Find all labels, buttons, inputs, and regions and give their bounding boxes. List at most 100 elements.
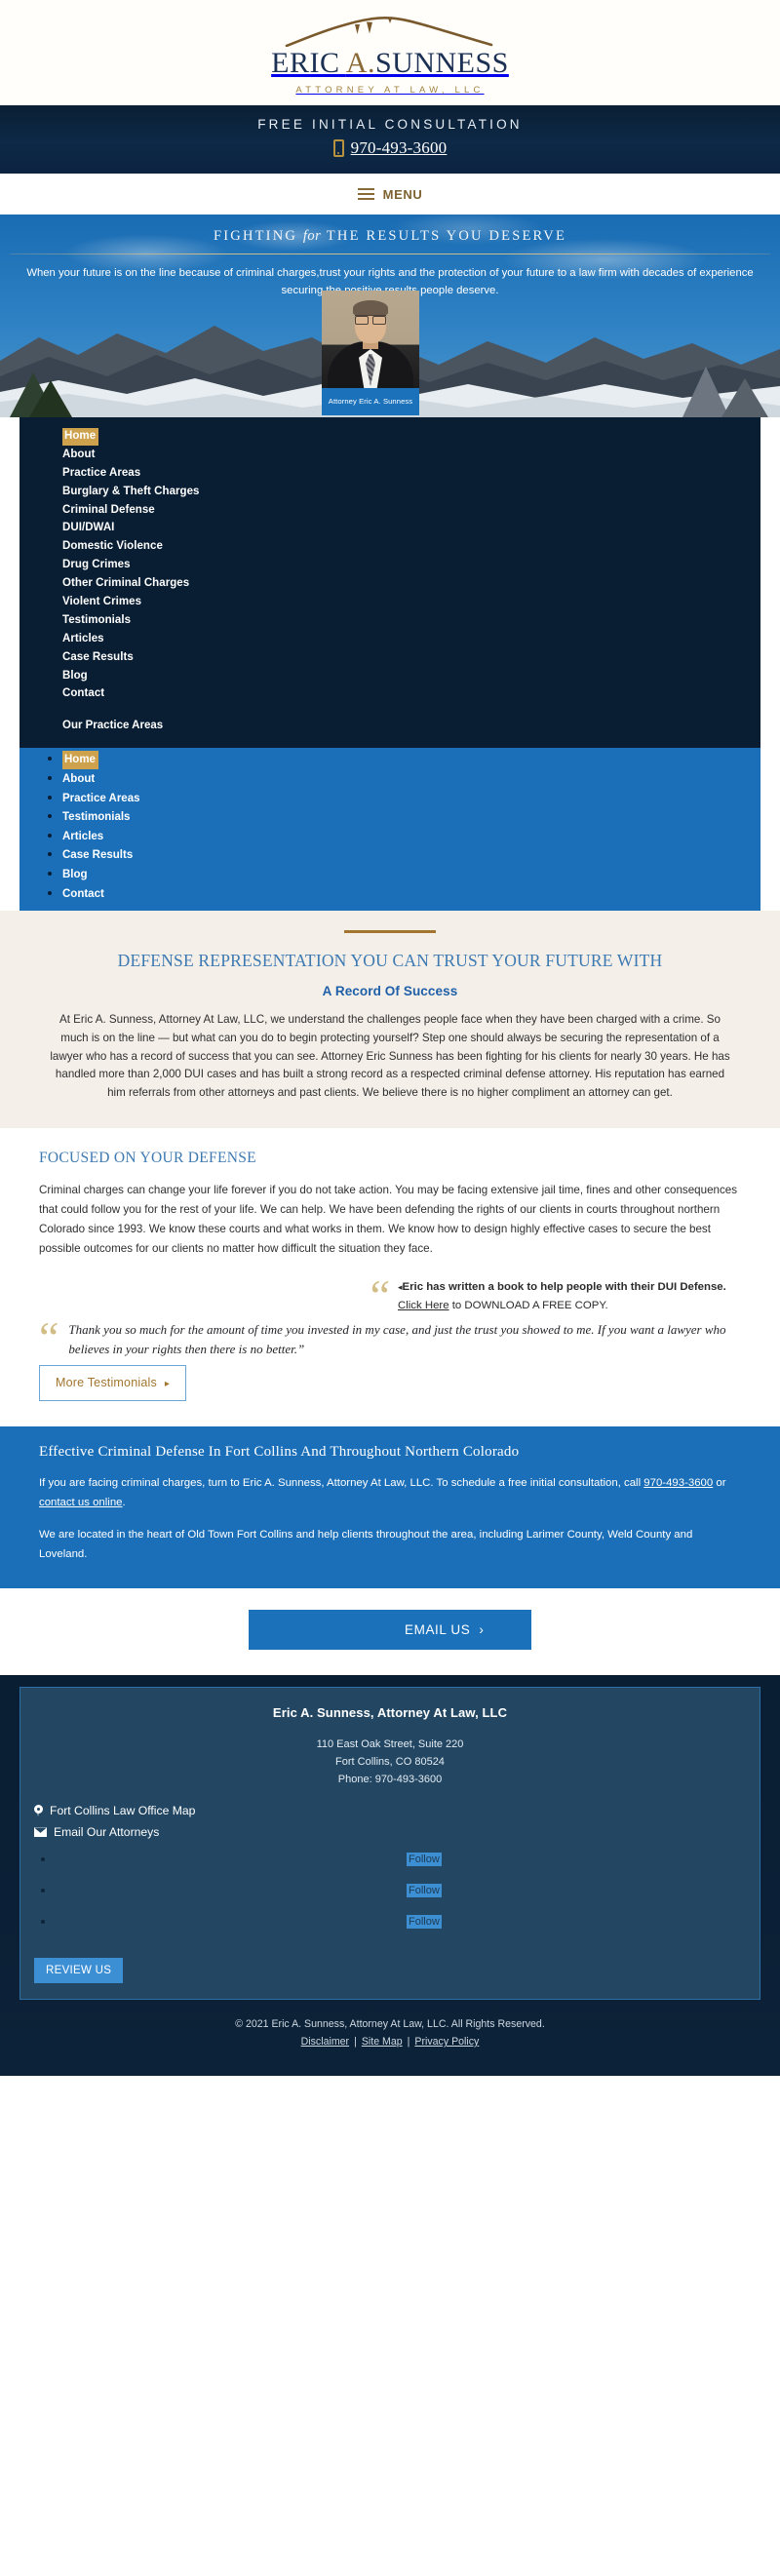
nav-item-burglary-theft-charges[interactable]: Burglary & Theft Charges	[62, 483, 200, 500]
nav-item-other-criminal-charges[interactable]: Other Criminal Charges	[62, 575, 189, 593]
client-testimonial-row: “ Thank you so much for the amount of ti…	[39, 1311, 741, 1362]
list-item: Burglary & Theft Charges	[62, 483, 760, 501]
list-item: Blog	[62, 667, 760, 685]
office-map-link[interactable]: Fort Collins Law Office Map	[34, 1804, 746, 1817]
intro-section: DEFENSE REPRESENTATION YOU CAN TRUST YOU…	[0, 911, 780, 1129]
social-links-list: Follow Follow Follow	[34, 1851, 746, 1944]
footer-copyright: © 2021 Eric A. Sunness, Attorney At Law,…	[20, 2000, 760, 2076]
envelope-icon	[34, 1827, 47, 1837]
subnav-item-case-results[interactable]: Case Results	[62, 846, 133, 865]
footer-firm-name: Eric A. Sunness, Attorney At Law, LLC	[272, 1704, 508, 1720]
footer-link-privacy-policy[interactable]: Privacy Policy	[414, 2036, 479, 2048]
hamburger-icon[interactable]	[357, 185, 374, 203]
header-phone-link[interactable]: 970-493-3600	[351, 138, 448, 158]
cta-paragraph-1: If you are facing criminal charges, turn…	[39, 1477, 726, 1508]
nav-item-home[interactable]: Home	[62, 427, 99, 446]
hero-banner: FIGHTING for THE RESULTS YOU DESERVE Whe…	[0, 215, 780, 417]
mobile-phone-icon	[332, 139, 344, 157]
footer-link-disclaimer[interactable]: Disclaimer	[301, 2036, 349, 2048]
subnav-item-testimonials[interactable]: Testimonials	[62, 808, 130, 827]
follow-link-2[interactable]: Follow	[407, 1884, 442, 1898]
nav-item-criminal-defense[interactable]: Criminal Defense	[62, 501, 155, 519]
page-root: ERIC A.SUNNESS ATTORNEY AT LAW, LLC FREE…	[0, 0, 780, 2077]
nav-item-dui-dwai[interactable]: DUI/DWAI	[62, 520, 114, 537]
attorney-caption: Attorney Eric A. Sunness	[322, 388, 419, 415]
gold-divider	[344, 930, 436, 934]
nav-item-contact[interactable]: Contact	[62, 685, 104, 703]
subnav-item-home[interactable]: Home	[62, 750, 98, 769]
intro-body: At Eric A. Sunness, Attorney At Law, LLC…	[50, 1013, 730, 1100]
testimonials-section: “ ◂Eric has written a book to help peopl…	[0, 1268, 780, 1427]
email-us-button[interactable]: EMAIL US ›	[249, 1609, 531, 1650]
list-item: Testimonials	[62, 611, 760, 630]
social-list-item: Follow	[56, 1882, 746, 1913]
footer-link-site-map[interactable]: Site Map	[362, 2036, 403, 2048]
nav-item-domestic-violence[interactable]: Domestic Violence	[62, 538, 163, 556]
email-attorneys-link[interactable]: Email Our Attorneys	[34, 1825, 746, 1839]
chevron-right-icon: ›	[479, 1621, 485, 1637]
quote-mark-icon: “	[39, 1311, 59, 1362]
logo-wordmark: ERIC A.SUNNESS	[271, 47, 509, 79]
footer-link-separator: |	[354, 2036, 357, 2049]
social-list-item: Follow	[56, 1913, 746, 1944]
book-promo-tail: to DOWNLOAD A FREE COPY.	[448, 1300, 608, 1312]
map-pin-icon	[34, 1804, 43, 1817]
more-testimonials-label: More Testimonials	[56, 1376, 157, 1390]
nav-item-practice-areas[interactable]: Practice Areas	[62, 464, 140, 482]
footer-legal-links: Disclaimer | Site Map | Privacy Policy	[20, 2033, 760, 2050]
list-item: Articles	[62, 630, 760, 648]
list-item: Case Results	[62, 845, 760, 865]
nav-item-case-results[interactable]: Case Results	[62, 648, 134, 666]
hero-title: FIGHTING for THE RESULTS YOU DESERVE	[213, 228, 566, 244]
free-consultation-bar: FREE INITIAL CONSULTATION 970-493-3600	[0, 105, 780, 174]
subnav-item-articles[interactable]: Articles	[62, 827, 103, 845]
more-testimonials-button[interactable]: More Testimonials ▸	[39, 1365, 187, 1402]
nav-item-blog[interactable]: Blog	[62, 667, 88, 684]
client-testimonial-text: Thank you so much for the amount of time…	[68, 1321, 726, 1357]
follow-link-1[interactable]: Follow	[407, 1853, 442, 1867]
intro-subheading: A Record Of Success	[322, 984, 458, 999]
primary-navigation-list: HomeAboutPractice AreasBurglary & Theft …	[20, 427, 760, 703]
secondary-navigation-panel: HomeAboutPractice AreasTestimonialsArtic…	[20, 748, 760, 912]
footer-address: 110 East Oak Street, Suite 220 Fort Coll…	[34, 1736, 746, 1788]
review-us-button[interactable]: REVIEW US	[34, 1958, 124, 1984]
copyright-text: © 2021 Eric A. Sunness, Attorney At Law,…	[235, 2018, 545, 2031]
focused-body: Criminal charges can change your life fo…	[39, 1184, 738, 1255]
page-title: DEFENSE REPRESENTATION YOU CAN TRUST YOU…	[117, 951, 663, 971]
footer-link-separator: |	[407, 2036, 410, 2049]
list-item: Practice Areas	[62, 464, 760, 483]
list-item: Blog	[62, 865, 760, 884]
nav-item-articles[interactable]: Articles	[62, 630, 104, 647]
contact-online-link[interactable]: contact us online	[39, 1497, 123, 1508]
practice-areas-heading: Our Practice Areas	[62, 720, 164, 732]
office-map-label: Fort Collins Law Office Map	[50, 1804, 196, 1818]
mobile-menu-bar[interactable]: MENU	[0, 174, 780, 215]
nav-item-drug-crimes[interactable]: Drug Crimes	[62, 557, 131, 574]
secondary-navigation-list: HomeAboutPractice AreasTestimonialsArtic…	[20, 750, 760, 903]
nav-item-testimonials[interactable]: Testimonials	[62, 612, 131, 630]
attorney-portrait	[322, 291, 419, 388]
subnav-item-contact[interactable]: Contact	[62, 884, 104, 903]
list-item: Violent Crimes	[62, 593, 760, 611]
follow-link-3[interactable]: Follow	[407, 1915, 442, 1930]
subnav-item-about[interactable]: About	[62, 769, 95, 788]
list-item: Criminal Defense	[62, 501, 760, 520]
subnav-item-blog[interactable]: Blog	[62, 865, 88, 883]
logo-tagline: ATTORNEY AT LAW, LLC	[295, 85, 485, 96]
menu-label: MENU	[382, 186, 423, 202]
subnav-item-practice-areas[interactable]: Practice Areas	[62, 789, 140, 807]
list-item: About	[62, 769, 760, 789]
nav-item-violent-crimes[interactable]: Violent Crimes	[62, 594, 141, 611]
site-logo[interactable]: ERIC A.SUNNESS ATTORNEY AT LAW, LLC	[271, 10, 509, 96]
book-promo-row: “ ◂Eric has written a book to help peopl…	[39, 1269, 741, 1320]
email-attorneys-label: Email Our Attorneys	[54, 1825, 160, 1840]
list-item: About	[62, 446, 760, 464]
cta-phone-link[interactable]: 970-493-3600	[644, 1477, 713, 1489]
quote-mark-icon: “	[370, 1269, 390, 1320]
cta-heading: Effective Criminal Defense In Fort Colli…	[39, 1444, 520, 1461]
footer-phone: Phone: 970-493-3600	[337, 1773, 443, 1785]
download-book-link[interactable]: Click Here	[398, 1300, 449, 1311]
nav-item-about[interactable]: About	[62, 447, 95, 464]
hero-text-block: FIGHTING for THE RESULTS YOU DESERVE Whe…	[0, 215, 780, 299]
focused-heading: FOCUSED ON YOUR DEFENSE	[39, 1150, 256, 1167]
